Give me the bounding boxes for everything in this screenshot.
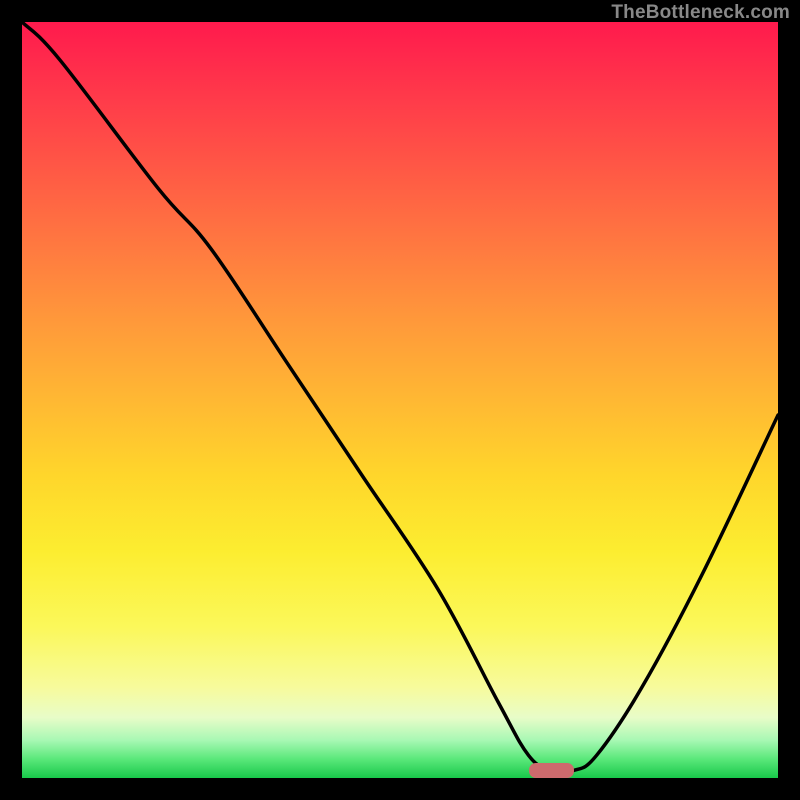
watermark-text: TheBottleneck.com (611, 2, 790, 24)
bottleneck-curve (22, 22, 778, 778)
chart-plot-area (22, 22, 778, 778)
optimum-marker (529, 763, 574, 778)
chart-frame: TheBottleneck.com (0, 0, 800, 800)
